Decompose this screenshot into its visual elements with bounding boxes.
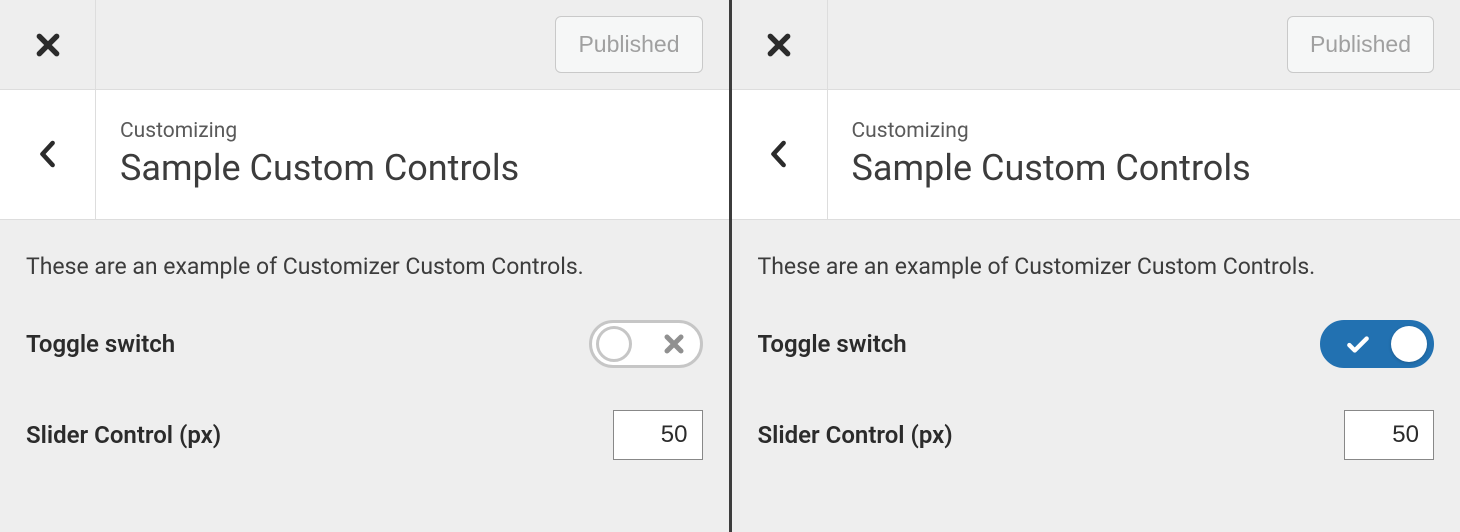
toggle-switch[interactable] xyxy=(589,320,703,368)
slider-label: Slider Control (px) xyxy=(26,421,221,449)
close-button[interactable] xyxy=(732,0,828,90)
back-button[interactable] xyxy=(0,90,96,219)
customizer-panel-left: Published Customizing Sample Custom Cont… xyxy=(0,0,729,532)
toggle-knob xyxy=(1391,326,1427,362)
close-button[interactable] xyxy=(0,0,96,90)
section-description: These are an example of Customizer Custo… xyxy=(26,250,703,285)
toggle-switch[interactable] xyxy=(1320,320,1434,368)
chevron-left-icon xyxy=(37,139,59,169)
breadcrumb: Customizing xyxy=(852,119,1251,143)
toggle-control-row: Toggle switch xyxy=(26,320,703,368)
close-icon xyxy=(766,32,792,58)
toggle-label: Toggle switch xyxy=(26,330,175,358)
slider-control-row: Slider Control (px) xyxy=(26,410,703,460)
published-button[interactable]: Published xyxy=(1287,16,1434,73)
section-header: Customizing Sample Custom Controls xyxy=(732,90,1460,220)
section-title: Sample Custom Controls xyxy=(852,147,1251,189)
section-header: Customizing Sample Custom Controls xyxy=(0,90,729,220)
toggle-label: Toggle switch xyxy=(758,330,907,358)
slider-value-input[interactable] xyxy=(1344,410,1434,460)
topbar: Published xyxy=(0,0,729,90)
toggle-off-icon xyxy=(662,332,686,356)
panel-body: These are an example of Customizer Custo… xyxy=(732,220,1460,532)
toggle-on-icon xyxy=(1345,331,1371,357)
back-button[interactable] xyxy=(732,90,828,219)
panel-body: These are an example of Customizer Custo… xyxy=(0,220,729,532)
customizer-panel-right: Published Customizing Sample Custom Cont… xyxy=(732,0,1460,532)
chevron-left-icon xyxy=(768,139,790,169)
section-titles: Customizing Sample Custom Controls xyxy=(96,90,543,219)
section-titles: Customizing Sample Custom Controls xyxy=(828,90,1275,219)
breadcrumb: Customizing xyxy=(120,119,519,143)
section-description: These are an example of Customizer Custo… xyxy=(758,250,1435,285)
published-button[interactable]: Published xyxy=(555,16,702,73)
slider-value-input[interactable] xyxy=(613,410,703,460)
close-icon xyxy=(35,32,61,58)
slider-control-row: Slider Control (px) xyxy=(758,410,1435,460)
section-title: Sample Custom Controls xyxy=(120,147,519,189)
toggle-knob xyxy=(596,326,632,362)
toggle-control-row: Toggle switch xyxy=(758,320,1435,368)
topbar: Published xyxy=(732,0,1460,90)
slider-label: Slider Control (px) xyxy=(758,421,953,449)
